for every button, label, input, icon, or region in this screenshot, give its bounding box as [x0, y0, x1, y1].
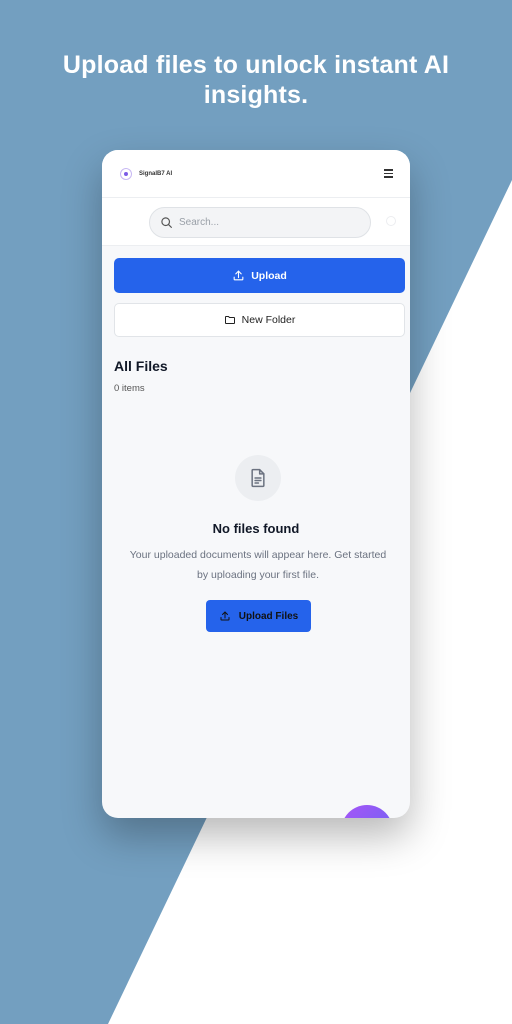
item-count: 0 items: [114, 383, 145, 394]
search-input[interactable]: [179, 217, 349, 228]
logo-icon: [120, 167, 132, 180]
brand-name: SignalB7 AI: [139, 170, 173, 177]
empty-state-description: Your uploaded documents will appear here…: [129, 549, 387, 581]
empty-state-title: No files found: [212, 521, 300, 536]
ai-assistant-icon[interactable]: [341, 805, 393, 818]
hamburger-menu-icon[interactable]: [382, 167, 396, 181]
search-bar-row: [102, 198, 410, 246]
upload-icon: [220, 611, 230, 621]
promo-headline: Upload files to unlock instant AI insigh…: [62, 51, 450, 109]
document-icon: [251, 468, 265, 488]
phone-screen: SignalB7 AI Upload New Folder All Files …: [102, 150, 410, 818]
filter-icon[interactable]: [386, 216, 396, 226]
upload-icon: [233, 270, 244, 281]
upload-files-button-label: Upload Files: [238, 610, 299, 622]
app-header: SignalB7 AI: [102, 150, 410, 198]
search-field[interactable]: [149, 207, 371, 238]
section-title: All Files: [114, 358, 168, 374]
search-icon: [161, 217, 172, 228]
empty-state-icon-wrapper: [235, 455, 281, 501]
upload-button-label: Upload: [251, 269, 287, 282]
upload-files-button[interactable]: Upload Files: [206, 600, 311, 632]
new-folder-button-label: New Folder: [241, 314, 296, 326]
upload-button[interactable]: Upload: [114, 258, 405, 293]
folder-icon: [224, 316, 235, 324]
new-folder-button[interactable]: New Folder: [114, 303, 405, 337]
